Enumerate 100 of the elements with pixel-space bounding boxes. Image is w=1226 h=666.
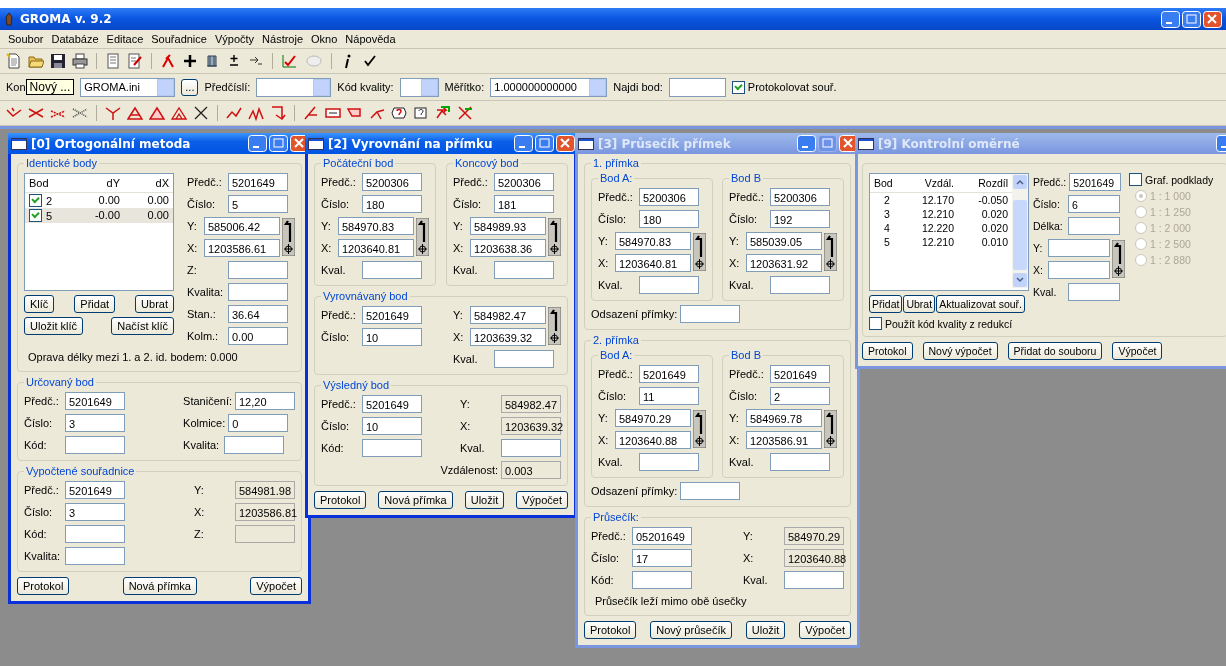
push-button[interactable]: Uložit klíč	[24, 317, 84, 335]
field-label: Předč.:	[598, 368, 634, 380]
input-field[interactable]: 36.64	[228, 305, 288, 323]
input-field[interactable]: 1203638.36	[470, 239, 546, 257]
table-row[interactable]: 3 12.210 0.020	[870, 207, 1012, 221]
menu-item[interactable]: Soubor	[4, 33, 48, 45]
input-field[interactable]: 584970.83	[338, 217, 414, 235]
input-field[interactable]: 0	[228, 414, 289, 432]
push-button[interactable]: Výpočet	[250, 577, 302, 595]
input-field[interactable]: 5201649	[362, 395, 422, 413]
column-header[interactable]: Bod	[870, 174, 904, 193]
input-field[interactable]: 1203586.61	[204, 239, 280, 257]
table-row[interactable]: 4 12.220 0.020	[870, 221, 1012, 235]
input-field[interactable]: 5200306	[362, 173, 422, 191]
input-field[interactable]: 2	[770, 387, 830, 405]
dropdown[interactable]: GROMA.ini	[80, 77, 176, 97]
input-field[interactable]: 5201649	[639, 365, 699, 383]
column-header[interactable]: Bod	[25, 174, 75, 193]
field-label: Číslo:	[729, 213, 759, 225]
input-field[interactable]: 1203639.32	[470, 328, 546, 346]
input-field[interactable]: 5201649	[65, 392, 125, 410]
table-cell-text: -0.050	[977, 193, 1009, 207]
menu-item[interactable]: Výpočty	[210, 33, 259, 45]
menu-item[interactable]: Nápověda	[341, 33, 400, 45]
input-field[interactable]: 12,20	[235, 392, 295, 410]
input-field[interactable]: 5201649	[228, 173, 288, 191]
input-field[interactable]: 5200306	[639, 188, 699, 206]
dropdown[interactable]: 1.000000000000	[490, 77, 608, 97]
push-button[interactable]: Ubrat	[135, 295, 174, 313]
push-button[interactable]: Nová přímka	[122, 577, 197, 595]
table-row[interactable]: 2 12.170 -0.050	[870, 193, 1012, 207]
push-button[interactable]: Výpočet	[516, 491, 568, 509]
input-field[interactable]: 584970.83	[615, 232, 691, 250]
input-field[interactable]: 1203640.81	[338, 239, 414, 257]
menu-item[interactable]: Souřadnice	[147, 33, 211, 45]
table-row[interactable]: 5 12.210 0.010	[870, 235, 1012, 249]
push-button[interactable]: Klíč	[24, 295, 55, 313]
checkbox[interactable]: Protokolovat souř.	[731, 80, 837, 94]
field-label: Číslo:	[321, 198, 351, 210]
input-field[interactable]: 0.00	[228, 327, 288, 345]
field-label: Y:	[598, 235, 609, 247]
input-field[interactable]: 180	[639, 210, 699, 228]
input-field[interactable]: 5200306	[770, 188, 830, 206]
input-field[interactable]: 1203640.81	[615, 254, 691, 272]
menu-item[interactable]: Nástroje	[258, 33, 308, 45]
output-field: 584970.29	[784, 527, 844, 545]
browse-button[interactable]: ...	[181, 78, 199, 96]
input-field[interactable]: 5	[228, 195, 288, 213]
field-label: Předč.:	[453, 176, 489, 188]
table-cell-text: 12.220	[920, 221, 955, 235]
push-button[interactable]: Načíst klíč	[111, 317, 174, 335]
input-field[interactable]: 10	[362, 417, 422, 435]
push-button[interactable]: Přidat	[74, 295, 116, 313]
field-label: Y:	[1033, 242, 1044, 254]
column-header[interactable]: dX	[124, 174, 173, 193]
field-label: Číslo:	[1033, 198, 1061, 210]
field-label: Číslo:	[187, 198, 217, 210]
input-field[interactable]: 192	[770, 210, 830, 228]
table-cell-text: 0.020	[980, 221, 1009, 235]
input-field[interactable]: 1203631.92	[746, 254, 822, 272]
input-field[interactable]: 585006.42	[204, 217, 280, 235]
input-field[interactable]: 5201649	[362, 306, 422, 324]
menu-item[interactable]: Okno	[307, 33, 342, 45]
input-field[interactable]: 3	[65, 414, 125, 432]
push-button[interactable]: Protokol	[314, 491, 367, 509]
input-field[interactable]: 584970.29	[615, 409, 691, 427]
input-field[interactable]: 584969.78	[746, 409, 822, 427]
column-header[interactable]: dY	[75, 174, 124, 193]
field-label: X:	[453, 242, 465, 254]
input-field[interactable]: 585039.05	[746, 232, 822, 250]
field-label: Kval.	[321, 264, 347, 276]
toolbar-label: Najdi bod:	[613, 81, 663, 93]
input-field[interactable]: 3	[65, 503, 125, 521]
table-row[interactable]: 5 -0.00 0.00	[25, 208, 173, 223]
push-button[interactable]: Uložit	[464, 491, 505, 509]
field-label: Kolmice:	[183, 417, 226, 429]
input-field[interactable]: 5201649	[65, 481, 125, 499]
input-field[interactable]: 11	[639, 387, 699, 405]
push-button[interactable]: Nová přímka	[378, 491, 453, 509]
input-field[interactable]: 5200306	[494, 173, 554, 191]
field-label: Číslo:	[591, 552, 621, 564]
push-button[interactable]: Protokol	[17, 577, 70, 595]
field-label: Předč.:	[24, 395, 60, 407]
field-label: X:	[187, 242, 199, 254]
table-cell-text: 12.210	[920, 235, 955, 249]
group-title: Počáteční bod	[321, 157, 396, 169]
input-field[interactable]: 1203586.91	[746, 431, 822, 449]
input-field[interactable]: 181	[494, 195, 554, 213]
table-row[interactable]: 2 0.00 0.00	[25, 193, 173, 208]
field-label: Kval.	[598, 279, 624, 291]
menu-item[interactable]: Editace	[102, 33, 148, 45]
input-field[interactable]: 584989.93	[470, 217, 546, 235]
field-label: X:	[743, 552, 755, 564]
menu-item[interactable]: Databáze	[47, 33, 103, 45]
column-header[interactable]: Vzdál.	[904, 174, 958, 193]
input-field[interactable]: 10	[362, 328, 422, 346]
input-field[interactable]: 180	[362, 195, 422, 213]
input-field[interactable]: 1203640.88	[615, 431, 691, 449]
input-field[interactable]: 5201649	[770, 365, 830, 383]
input-field[interactable]: 584982.47	[470, 306, 546, 324]
